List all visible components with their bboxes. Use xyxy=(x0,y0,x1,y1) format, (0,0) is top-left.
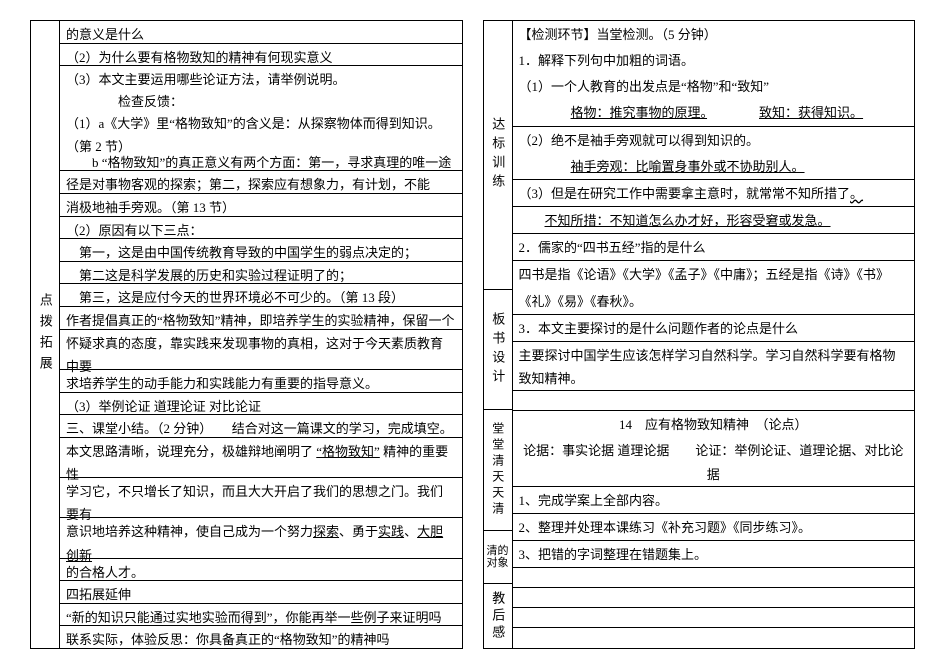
text-line: （3）但是在研究工作中需要拿主意时，就常常不知所措了。 xyxy=(513,180,915,207)
text-line: （2）为什么要有格物致知的精神有何现实意义 xyxy=(60,44,462,67)
text: （3）但是在研究工作中需要拿主意时，就常常不知所措了 xyxy=(519,186,851,201)
text-line: 的意义是什么 xyxy=(60,21,462,44)
section-label-jiaohou: 教后感 xyxy=(484,584,512,648)
text-line: “新的知识只能通过实地实验而得到”，你能再举一些例子来证明吗 xyxy=(60,604,462,627)
blank: 实践 xyxy=(378,524,404,539)
text: 、勇于 xyxy=(339,524,378,539)
answer-line: 袖手旁观：比喻置身事外或不协助别人。 xyxy=(513,153,915,180)
text-line: 主要探讨中国学生应该怎样学习自然科学。学习自然科学要有格物致知精神。 xyxy=(513,342,915,391)
text-line: 四拓展延伸 xyxy=(60,581,462,604)
answer-line: 不知所措：不知道怎么办才好，形容受窘或发急。 xyxy=(513,207,915,234)
text-line: 《礼》《易》《春秋》。 xyxy=(513,288,915,315)
text-line: 3．本文主要探讨的是什么问题作者的论点是什么 xyxy=(513,315,915,342)
text-line: 1、完成学案上全部内容。 xyxy=(513,487,915,514)
blank-row xyxy=(513,608,915,628)
text-line: 论据：事实论据 道理论据 论证：举例论证、道理论据、对比论据 xyxy=(513,437,915,486)
text-line: （3）本文主要运用哪些论证方法，请举例说明。 xyxy=(60,66,462,88)
text-line: 第二这是科学发展的历史和实验过程证明了的； xyxy=(60,262,462,285)
blank-row xyxy=(513,588,915,608)
text-line: （3）举例论证 道理论证 对比论证 xyxy=(60,393,462,416)
blank: “格物致知” xyxy=(316,444,380,459)
text-line: 1．解释下列句中加粗的词语。 xyxy=(513,47,915,73)
text-line xyxy=(513,391,915,411)
right-content: 【检测环节】当堂检测。（5 分钟） 1．解释下列句中加粗的词语。 （1）一个人教… xyxy=(513,21,915,648)
left-side-label: 点拨拓展 xyxy=(31,21,59,648)
section-label-dabiao: 达标训练 xyxy=(484,21,512,290)
text: 、 xyxy=(404,524,417,539)
text-line xyxy=(513,568,915,588)
text: 本文思路清晰，说理充分，极雄辩地阐明了 xyxy=(66,444,313,459)
section-label-tangqing: 堂堂清天天清 xyxy=(484,410,512,530)
answer-line: 格物：推究事物的原理。 致知：获得知识。 xyxy=(513,99,915,126)
text-line: 作者提倡真正的“格物致知”精神，即培养学生的实验精神，保留一个 xyxy=(60,307,462,330)
text-line: 2．儒家的“四书五经”指的是什么 xyxy=(513,234,915,261)
text: 意识地培养这种精神，使自己成为一个努力 xyxy=(66,524,313,539)
text-line: 【检测环节】当堂检测。（5 分钟） xyxy=(513,21,915,47)
summary-line: 学习它，不只增长了知识，而且大大开启了我们的思想之门。我们要有 xyxy=(60,478,462,518)
text-line: 第三，这是应付今天的世界环境必不可少的。（第 13 段） xyxy=(60,284,462,307)
text-line: 联系实际，体验反思：你具备真正的“格物致知”的精神吗 xyxy=(60,626,462,648)
answer: 不知所措：不知道怎么办才好，形容受窘或发急。 xyxy=(545,213,831,228)
answer: 袖手旁观：比喻置身事外或不协助别人。 xyxy=(571,159,805,174)
text-line: （2）绝不是袖手旁观就可以得到知识的。 xyxy=(513,127,915,153)
title-line: 14 应有格物致知精神 （论点） xyxy=(513,411,915,437)
text-line: 三、课堂小结。（2 分钟） 结合对这一篇课文的学习，完成填空。 xyxy=(60,415,462,438)
text-line: （1）一个人教育的出发点是“格物”和“致知” xyxy=(513,73,915,99)
summary-line: 意识地培养这种精神，使自己成为一个努力探索、勇于实践、大胆创新 xyxy=(60,518,462,558)
section-label-qingde: 清的对象 xyxy=(484,531,512,585)
text-line: （2）原因有以下三点： xyxy=(60,217,462,240)
text-line: （1）a《大学》里“格物致知”的含义是：从探察物体而得到知识。（第 2 节） xyxy=(60,110,462,149)
answer: 格物：推究事物的原理。 xyxy=(571,105,708,120)
text-line: 四书是指《论语》《大学》《孟子》《中庸》；五经是指《诗》《书》 xyxy=(513,261,915,287)
text-line: 消极地袖手旁观。（第 13 节） xyxy=(60,194,462,217)
text-line: 2、整理并处理本课练习《补充习题》《同步练习》。 xyxy=(513,514,915,541)
text-line: 第一，这是由中国传统教育导致的中国学生的弱点决定的； xyxy=(60,239,462,262)
blank: 探索 xyxy=(313,524,339,539)
section-label-banshu: 板书设计 xyxy=(484,290,512,410)
text-line: b “格物致知”的真正意义有两个方面：第一，寻求真理的唯一途 xyxy=(60,149,462,172)
text-line: 检查反馈： xyxy=(60,88,462,110)
summary-line: 的合格人才。 xyxy=(60,559,462,582)
answer: 致知：获得知识。 xyxy=(759,105,863,120)
text-line: 求培养学生的动手能力和实践能力有重要的指导意义。 xyxy=(60,370,462,393)
left-content: 的意义是什么 （2）为什么要有格物致知的精神有何现实意义 （3）本文主要运用哪些… xyxy=(60,21,462,648)
text-line: 3、把错的字词整理在错题集上。 xyxy=(513,541,915,568)
text-line: 径是对事物客观的探索；第二，探索应有想象力，有计划，不能 xyxy=(60,171,462,194)
summary-line: 本文思路清晰，说理充分，极雄辩地阐明了 “格物致知” 精神的重要性 xyxy=(60,438,462,478)
text-line: 怀疑求真的态度，靠实践来发现事物的真相，这对于今天素质教育中要 xyxy=(60,330,462,370)
blank-row xyxy=(513,628,915,648)
